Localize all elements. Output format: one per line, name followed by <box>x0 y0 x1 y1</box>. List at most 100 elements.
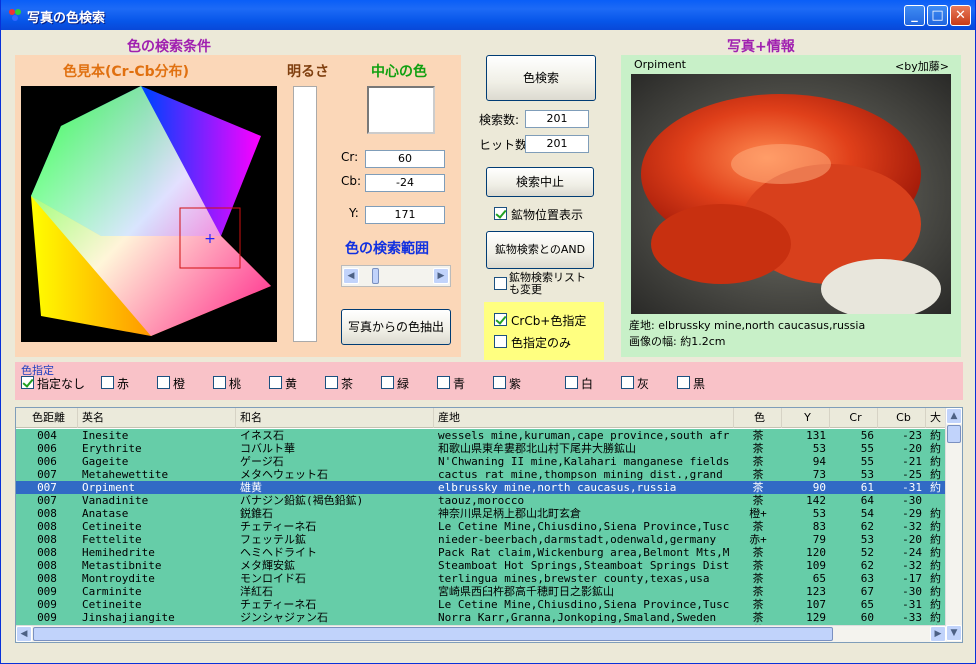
table-row[interactable]: 009 Jinshajiangite ジンシャジァン石 Norra Karr,Gran… <box>16 611 951 624</box>
vertical-scroll-thumb[interactable] <box>947 425 961 443</box>
cr-field[interactable]: 60 <box>365 150 445 168</box>
table-row[interactable]: 007 Metahewettite メタヘウェット石 cactus rat mine,… <box>16 468 951 481</box>
table-cell: Pack Rat claim,Wickenburg area,Belmont M… <box>438 546 730 559</box>
horizontal-scroll-thumb[interactable] <box>33 627 833 641</box>
slider-left-arrow[interactable]: ◀ <box>343 268 359 284</box>
table-cell: 茶 <box>752 455 764 468</box>
color-filter-checkbox-3[interactable] <box>213 376 226 389</box>
table-row[interactable]: 008 Cetineite チェティーネ石 Le Cetine Mine,Chiusd… <box>16 520 951 533</box>
table-row[interactable]: 008 Fettelite フェッテル鉱 nieder-beerbach,darmst… <box>16 533 951 546</box>
close-icon: ✕ <box>955 8 966 23</box>
scroll-right-arrow[interactable]: ▶ <box>930 626 946 642</box>
table-row[interactable]: 006 Gageite ゲージ石 N'Chwaning II mine,Kalahar… <box>16 455 951 468</box>
table-row[interactable]: 008 Hemihedrite ヘミヘドライト Pack Rat claim,Wick… <box>16 546 951 559</box>
maximize-button[interactable]: □ <box>927 5 948 26</box>
table-cell: -31 <box>902 598 922 611</box>
table-cell: 茶 <box>752 572 764 585</box>
column-header[interactable]: 和名 <box>236 408 434 428</box>
table-cell: 65 <box>812 572 826 585</box>
table-cell: 60 <box>860 611 874 624</box>
stop-search-button[interactable]: 検索中止 <box>486 167 594 197</box>
table-cell: Anatase <box>82 507 129 520</box>
close-button[interactable]: ✕ <box>950 5 971 26</box>
color-filter-checkbox-0[interactable] <box>21 376 34 389</box>
color-filter-checkbox-1[interactable] <box>101 376 114 389</box>
table-row[interactable]: 009 Carminite 洋紅石 宮崎県西臼杵郡高千穂町日之影鉱山 茶 123 67 -30… <box>16 585 951 598</box>
minimize-button[interactable]: _ <box>904 5 925 26</box>
range-slider[interactable]: ◀ ▶ <box>341 265 451 287</box>
column-header[interactable]: 英名 <box>78 408 236 428</box>
table-cell: N'Chwaning II mine,Kalahari manganese fi… <box>438 455 730 468</box>
column-header[interactable]: Cr <box>830 408 878 428</box>
table-cell: 90 <box>812 481 826 494</box>
table-cell: 茶 <box>752 481 764 494</box>
table-row[interactable]: 008 Montroydite モンロイド石 terlingua mines,brew… <box>16 572 951 585</box>
swatch-label: 色見本(Cr-Cb分布) <box>63 64 190 80</box>
table-cell: cactus rat mine,thompson mining dist.,gr… <box>438 468 730 481</box>
table-row[interactable]: 007 Orpiment 雄黄 elbrussky mine,north caucas… <box>16 481 951 494</box>
color-filter-checkbox-9[interactable] <box>565 376 578 389</box>
table-cell: 63 <box>860 572 874 585</box>
title-bar[interactable]: 写真の色検索 _ □ ✕ <box>1 0 975 30</box>
table-row[interactable]: 008 Metastibnite メタ輝安鉱 Steamboat Hot Spring… <box>16 559 951 572</box>
slider-right-arrow[interactable]: ▶ <box>433 268 449 284</box>
table-cell: フェッテル鉱 <box>240 533 306 546</box>
table-cell: 007 <box>37 468 57 481</box>
crcb-checkbox[interactable] <box>494 313 507 326</box>
vertical-scrollbar[interactable]: ▲ ▼ <box>945 408 962 642</box>
extract-color-button[interactable]: 写真からの色抽出 <box>341 309 451 345</box>
and-search-button[interactable]: 鉱物検索とのAND <box>486 231 594 269</box>
scroll-down-arrow[interactable]: ▼ <box>946 625 962 641</box>
color-swatch-canvas[interactable]: + <box>21 86 277 342</box>
table-cell: -24 <box>902 546 922 559</box>
table-cell: 54 <box>860 507 874 520</box>
color-filter-checkbox-4[interactable] <box>269 376 282 389</box>
color-filter-label: 黒 <box>693 377 706 391</box>
cb-field[interactable]: -24 <box>365 174 445 192</box>
color-filter-checkbox-7[interactable] <box>437 376 450 389</box>
table-cell: 62 <box>860 520 874 533</box>
table-cell: 茶 <box>752 429 764 442</box>
table-cell: -20 <box>902 533 922 546</box>
scroll-left-arrow[interactable]: ◀ <box>16 626 32 642</box>
crcb-label: CrCb+色指定 <box>511 314 587 328</box>
column-header[interactable]: 色距離 <box>16 408 78 428</box>
slider-thumb[interactable] <box>372 268 379 284</box>
table-row[interactable]: 004 Inesite イネス石 wessels mine,kuruman,cape … <box>16 429 951 442</box>
table-row[interactable]: 007 Vanadinite バナジン鉛鉱(褐色鉛鉱) taouz,morocco 茶 1… <box>16 494 951 507</box>
column-header[interactable]: Y <box>782 408 830 428</box>
color-filter-checkbox-10[interactable] <box>621 376 634 389</box>
color-filter-checkbox-6[interactable] <box>381 376 394 389</box>
scroll-up-arrow[interactable]: ▲ <box>946 408 962 424</box>
table-cell: 洋紅石 <box>240 585 273 598</box>
list-change-checkbox[interactable] <box>494 277 507 290</box>
brightness-bar[interactable] <box>293 86 317 342</box>
table-cell: コバルト華 <box>240 442 295 455</box>
color-filter-checkbox-8[interactable] <box>493 376 506 389</box>
table-cell: チェティーネ石 <box>240 520 317 533</box>
mineral-position-checkbox[interactable] <box>494 207 507 220</box>
table-cell: Le Cetine Mine,Chiusdino,Siena Province,… <box>438 520 730 533</box>
column-header[interactable]: 色 <box>734 408 782 428</box>
results-grid[interactable]: 色距離 英名 和名 産地色 Y Cr Cb 大 004 Inesite イネス石 wessels m… <box>15 407 963 643</box>
cb-label: Cb: <box>341 174 362 188</box>
table-row[interactable]: 006 Erythrite コバルト華 和歌山県東牟婁郡北山村下尾井大勝鉱山 茶 53 55… <box>16 442 951 455</box>
column-header[interactable]: Cb <box>878 408 926 428</box>
color-filter-checkbox-5[interactable] <box>325 376 338 389</box>
table-cell: -17 <box>902 572 922 585</box>
table-cell: Vanadinite <box>82 494 149 507</box>
horizontal-scrollbar[interactable]: ◀ ▶ <box>16 625 946 642</box>
table-cell: -32 <box>902 559 922 572</box>
color-filter-checkbox-11[interactable] <box>677 376 690 389</box>
table-cell: 142 <box>806 494 826 507</box>
color-filter-checkbox-2[interactable] <box>157 376 170 389</box>
color-only-checkbox[interactable] <box>494 335 507 348</box>
color-filter-label: 赤 <box>117 377 130 391</box>
table-row[interactable]: 008 Anatase 鋭錐石 神奈川県足柄上郡山北町玄倉 橙+ 53 54 -29 約 <box>16 507 951 520</box>
table-row[interactable]: 009 Cetineite チェティーネ石 Le Cetine Mine,Chiusd… <box>16 598 951 611</box>
y-field[interactable]: 171 <box>365 206 445 224</box>
mineral-name: Orpiment <box>634 58 686 71</box>
column-header[interactable]: 産地 <box>434 408 734 428</box>
grid-header: 色距離 英名 和名 産地色 Y Cr Cb 大 <box>16 408 951 428</box>
color-search-button[interactable]: 色検索 <box>486 55 596 101</box>
